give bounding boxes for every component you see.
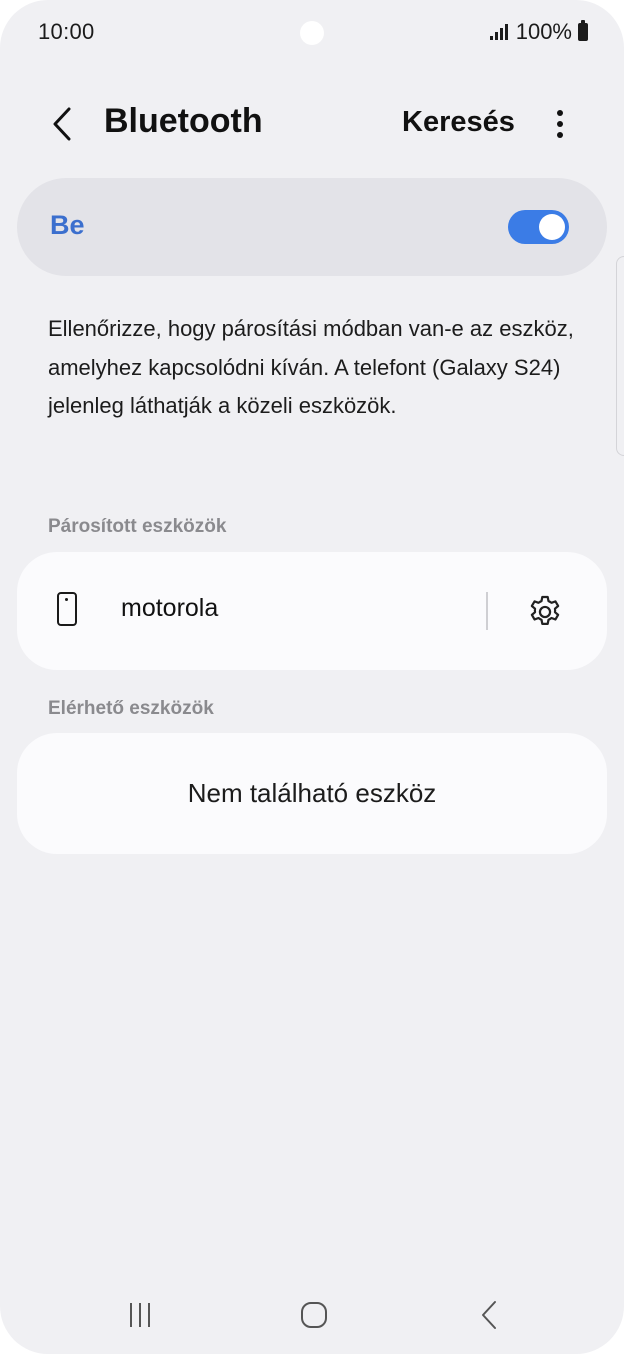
back-icon[interactable] [474,1300,504,1330]
page-title: Bluetooth [104,102,263,140]
navigation-bar [0,1280,624,1350]
status-bar: 10:00 100% [0,0,624,66]
paired-devices-list: motorola [17,552,607,670]
camera-cutout [300,21,324,45]
app-bar: Bluetooth Keresés [0,90,624,156]
battery-percentage: 100% [515,19,572,44]
available-devices-header: Elérhető eszközök [48,698,214,719]
status-indicators: 100% [489,19,588,45]
phone-device-icon [57,592,77,626]
recent-apps-icon[interactable] [122,1300,158,1330]
pairing-info-text: Ellenőrizze, hogy párosítási módban van-… [48,316,574,418]
bluetooth-toggle-row[interactable]: Be [17,178,607,276]
gear-icon[interactable] [525,592,565,632]
edge-panel-handle[interactable] [616,256,624,456]
home-icon[interactable] [298,1300,330,1330]
paired-devices-header: Párosított eszközök [48,516,227,537]
bluetooth-state-label: Be [50,210,85,240]
status-time: 10:00 [38,19,95,44]
back-arrow-icon[interactable] [42,102,82,146]
more-options-icon[interactable] [546,104,574,144]
divider [486,592,488,630]
switch-knob [539,214,565,240]
available-devices-list: Nem található eszköz [17,733,607,854]
phone-screen: 10:00 100% Bluetooth Keresés Be Ellenőri… [0,0,624,1354]
battery-icon [578,20,588,41]
signal-icon [489,24,508,40]
device-name[interactable]: motorola [121,594,218,623]
search-button[interactable]: Keresés [402,106,515,139]
bluetooth-switch[interactable] [508,210,569,244]
no-devices-text: Nem található eszköz [187,778,437,808]
